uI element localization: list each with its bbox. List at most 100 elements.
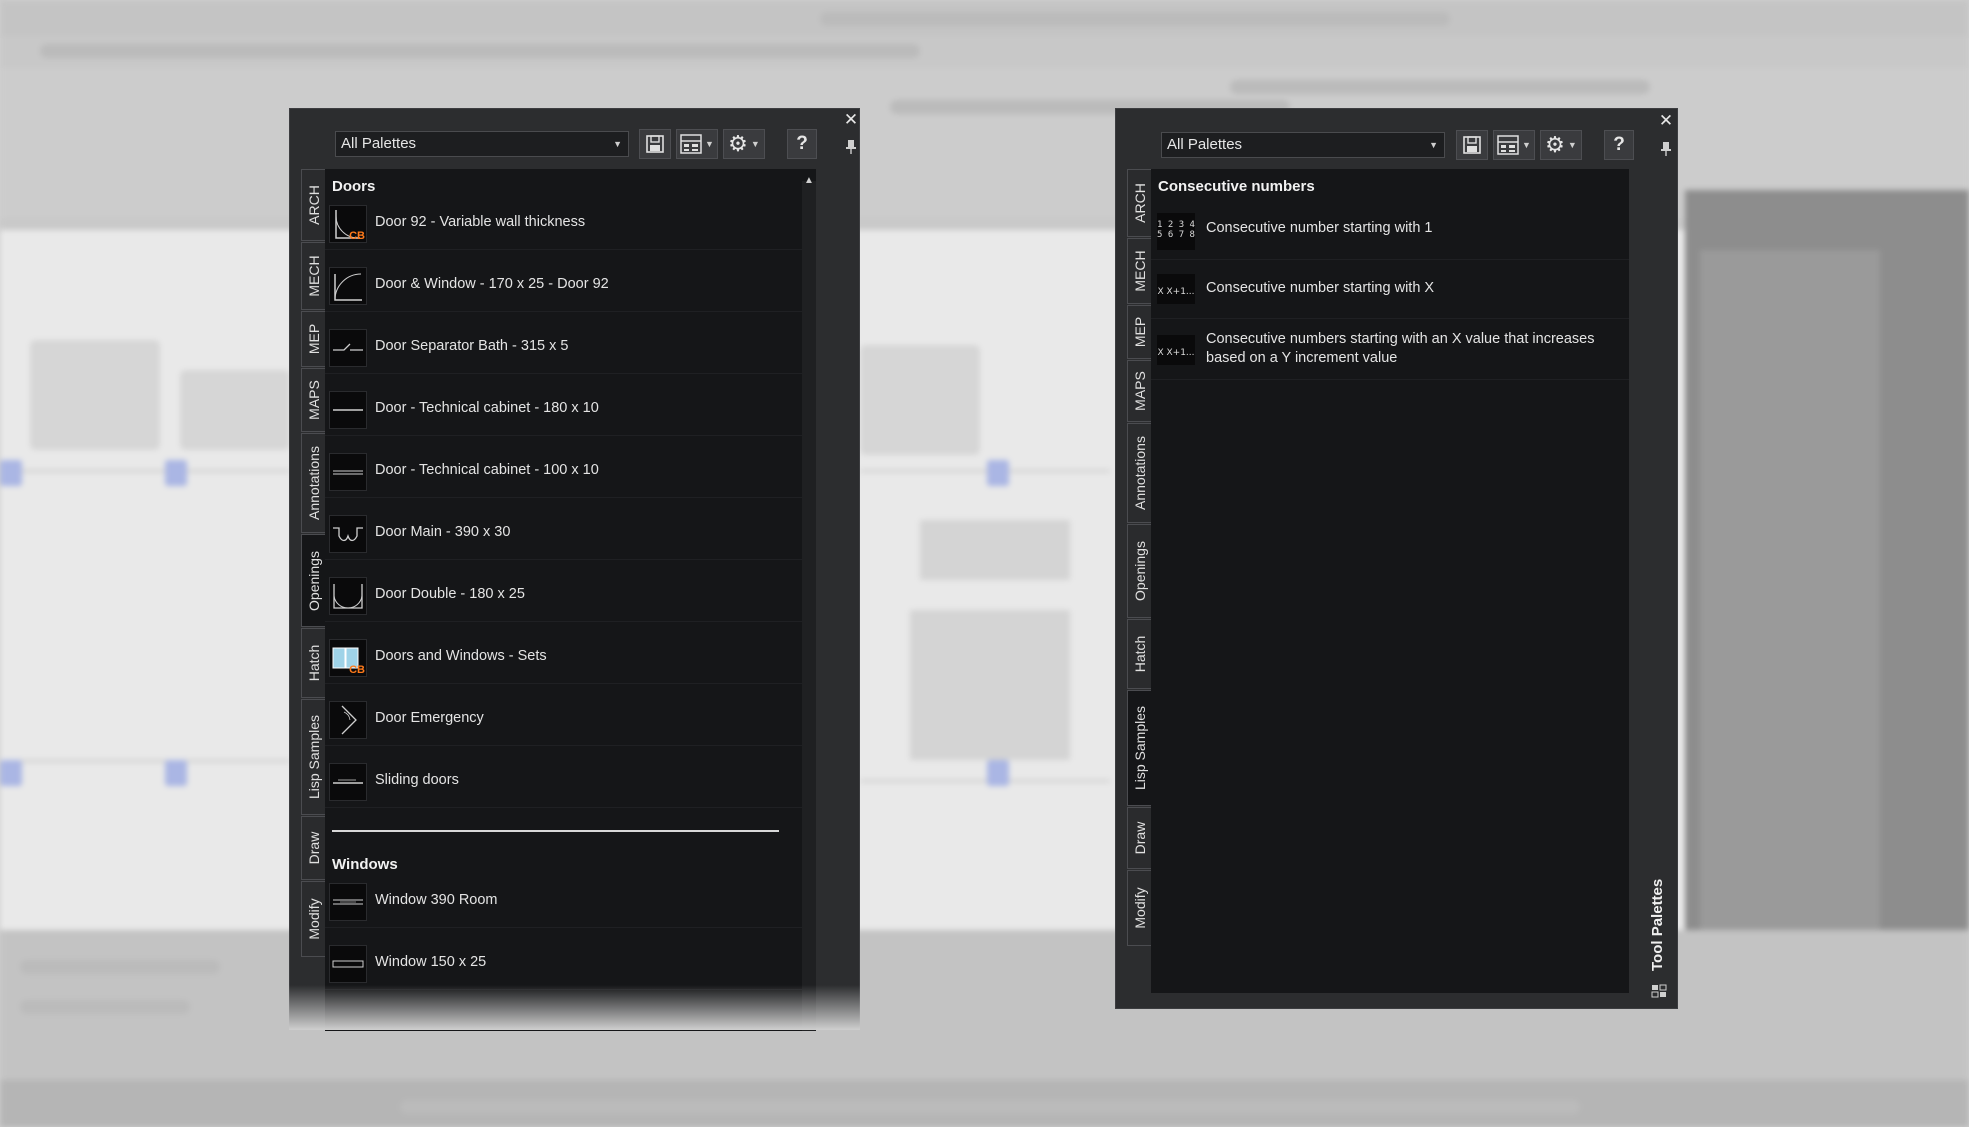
tool-palette-left: ✕ All Palettes ▼ ▼ ⚙ ▼ ? ARCH MECH MEP M… [289,108,860,1031]
bg-command-text [20,1000,190,1014]
gear-icon: ⚙ [728,131,748,156]
close-icon[interactable]: ✕ [1657,112,1675,130]
bg-line [20,470,290,472]
window-icon [329,883,367,921]
bg-menu-text [40,44,920,58]
tool-item[interactable]: CB Doors and Windows - Sets [325,629,816,684]
door-arc-cb-icon: CB [329,205,367,243]
help-button[interactable]: ? [787,129,817,159]
close-icon[interactable]: ✕ [842,111,860,129]
tab-lisp-samples[interactable]: Lisp Samples [1127,690,1151,806]
tool-label: Window 150 x 25 [375,954,487,970]
tab-modify[interactable]: Modify [301,881,325,957]
door-emergency-icon [329,701,367,739]
view-layout-icon [1497,135,1519,155]
tab-mep[interactable]: MEP [301,311,325,367]
tab-mech[interactable]: MECH [1127,238,1151,304]
tab-label: MEP [305,323,322,355]
tab-maps[interactable]: MAPS [301,368,325,432]
tool-item[interactable]: X X+1... Consecutive number starting wit… [1151,260,1629,319]
palette-selector-dropdown[interactable]: All Palettes ▼ [1161,132,1445,158]
palette-selector-value: All Palettes [1167,136,1243,153]
bg-command-text [20,960,220,974]
bg-line [860,470,1110,472]
tab-arch[interactable]: ARCH [1127,169,1151,237]
tab-openings[interactable]: Openings [301,534,325,627]
tab-modify[interactable]: Modify [1127,870,1151,946]
tab-label: Lisp Samples [1131,705,1148,791]
tab-hatch[interactable]: Hatch [1127,619,1151,689]
tab-label: Openings [305,550,322,611]
gear-icon: ⚙ [1545,132,1565,157]
tab-maps[interactable]: MAPS [1127,360,1151,422]
tab-label: MECH [1131,250,1148,292]
tool-item[interactable]: Door Main - 390 x 30 [325,505,816,560]
save-palette-button[interactable] [1456,130,1488,160]
tool-label-line: Consecutive numbers starting with an X v… [1206,331,1595,347]
tab-draw[interactable]: Draw [1127,807,1151,869]
settings-button[interactable]: ⚙ ▼ [1540,130,1582,160]
numbers-sequence-icon: 1 2 3 4 5 6 7 8 [1157,213,1195,250]
x-increment-icon: X X+1... [1157,335,1195,365]
settings-button[interactable]: ⚙ ▼ [723,129,765,159]
tab-mech[interactable]: MECH [301,242,325,310]
tool-item[interactable]: Door - Technical cabinet - 180 x 10 [325,381,816,436]
bg-marker [165,460,187,486]
scrollbar[interactable] [802,181,816,1031]
tab-annotations[interactable]: Annotations [301,433,325,533]
pin-icon[interactable] [842,139,860,160]
tool-item[interactable]: Window 150 x 25 [325,935,816,990]
bg-title-text [820,12,1450,26]
tab-label: Annotations [305,446,322,520]
view-options-button[interactable]: ▼ [1493,130,1535,160]
tool-item[interactable]: Sliding doors [325,753,816,808]
scroll-up-icon[interactable]: ▲ [804,175,814,186]
palette-properties-icon[interactable] [1651,983,1667,999]
tab-label: Hatch [1131,635,1148,673]
bg-block [860,345,980,455]
save-palette-button[interactable] [639,129,671,159]
palette-selector-dropdown[interactable]: All Palettes ▼ [335,131,629,157]
bg-marker [165,760,187,786]
tool-item[interactable]: X X+1... Consecutive numbers starting wi… [1151,319,1629,380]
tool-item[interactable]: Door Separator Bath - 315 x 5 [325,319,816,374]
tab-label: ARCH [305,185,322,225]
tab-hatch[interactable]: Hatch [301,628,325,698]
tab-label: MEP [1131,316,1148,348]
tool-item[interactable]: Door - Technical cabinet - 100 x 10 [325,443,816,498]
save-icon [646,135,664,153]
tool-item[interactable]: CB Door 92 - Variable wall thickness [325,195,816,250]
tab-annotations[interactable]: Annotations [1127,423,1151,523]
tab-draw[interactable]: Draw [301,816,325,880]
pin-icon[interactable] [1657,141,1675,162]
x-increment-icon: X X+1... [1157,274,1195,304]
section-title-consecutive-numbers: Consecutive numbers [1158,178,1315,195]
view-layout-icon [680,134,702,154]
bg-block [180,370,290,450]
help-button[interactable]: ? [1604,130,1634,160]
tab-label: ARCH [1131,183,1148,223]
tab-label: Annotations [1131,436,1148,510]
tab-mep[interactable]: MEP [1127,305,1151,359]
tool-palette-right: ✕ All Palettes ▼ ▼ ⚙ ▼ ? ARCH MECH MEP M… [1115,108,1678,1009]
tool-label: Consecutive number starting with 1 [1206,220,1433,236]
tool-palettes-title[interactable]: Tool Palettes [1649,879,1666,971]
tab-label: Modify [305,898,322,940]
tool-label: Door & Window - 170 x 25 - Door 92 [375,276,609,292]
tool-item[interactable]: Window 390 Room [325,873,816,928]
tool-item[interactable]: Door & Window - 170 x 25 - Door 92 [325,257,816,312]
tool-item[interactable]: Door Double - 180 x 25 [325,567,816,622]
tool-label: Door Emergency [375,710,484,726]
tab-arch[interactable]: ARCH [301,169,325,241]
tab-lisp-samples[interactable]: Lisp Samples [301,699,325,815]
bottom-fade [289,985,860,1030]
section-title-windows: Windows [332,856,398,873]
window-icon [329,945,367,983]
bg-marker [987,760,1009,786]
tool-item[interactable]: 1 2 3 4 5 6 7 8 Consecutive number start… [1151,199,1629,260]
bg-status-text [400,1100,1580,1114]
door-double-icon [329,577,367,615]
tool-item[interactable]: Door Emergency [325,691,816,746]
tab-openings[interactable]: Openings [1127,524,1151,618]
view-options-button[interactable]: ▼ [676,129,718,159]
